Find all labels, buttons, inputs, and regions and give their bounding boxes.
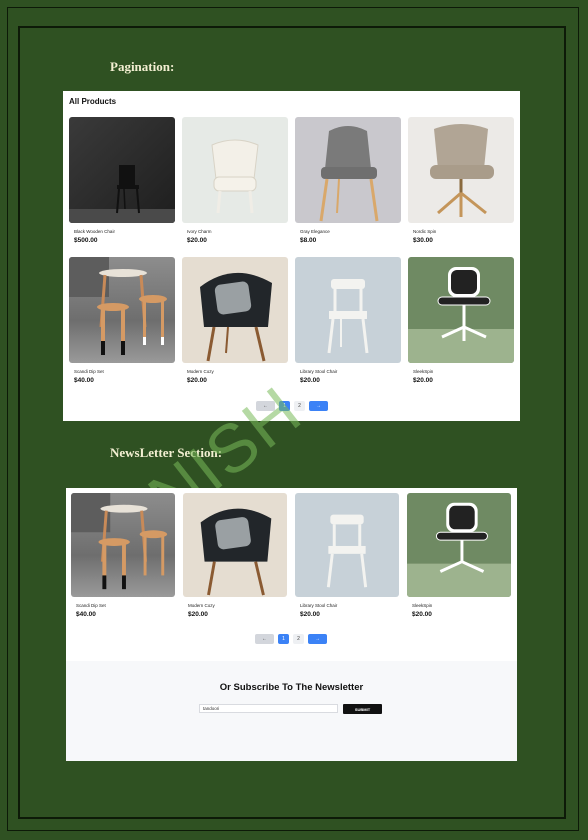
product-name: Modern Cozy xyxy=(187,369,214,374)
pagination-controls-2: ← 1 2 → xyxy=(255,634,327,644)
email-input[interactable]: tandoori xyxy=(199,704,338,713)
product-price: $30.00 xyxy=(413,237,433,244)
next-page-button[interactable]: → xyxy=(309,401,328,411)
product-price: $8.00 xyxy=(300,237,317,244)
product-name: Ivory Charm xyxy=(187,229,212,234)
chair-cozy-icon[interactable] xyxy=(182,257,288,363)
chair-library-icon[interactable] xyxy=(295,493,399,597)
product-grid: Black Wooden Chair $500.00 Ivory Charm $… xyxy=(69,117,514,397)
product-name: Scandi Dip Set xyxy=(76,603,106,608)
prev-page-button[interactable]: ← xyxy=(255,634,274,644)
chair-gray-icon[interactable] xyxy=(295,117,401,223)
product-card[interactable]: SleekSpin $20.00 xyxy=(408,257,514,397)
stool-set-icon[interactable] xyxy=(71,493,175,597)
product-price: $20.00 xyxy=(412,611,432,618)
page-1-button[interactable]: 1 xyxy=(278,634,289,644)
product-card[interactable]: Library Stool Chair $20.00 xyxy=(295,257,401,397)
product-price: $500.00 xyxy=(74,237,98,244)
product-grid-2: Scandi Dip Set $40.00 Modern Cozy $20.00 xyxy=(71,493,511,633)
product-price: $20.00 xyxy=(413,377,433,384)
product-card[interactable]: Black Wooden Chair $500.00 xyxy=(69,117,175,257)
pagination-section-title: Pagination: xyxy=(110,59,175,74)
product-name: Nordic Spin xyxy=(413,229,437,234)
product-card[interactable]: Library Stool Chair $20.00 xyxy=(295,493,399,633)
product-name: Modern Cozy xyxy=(188,603,215,608)
chair-ivory-icon[interactable] xyxy=(182,117,288,223)
chair-office-icon[interactable] xyxy=(407,493,511,597)
product-price: $40.00 xyxy=(76,611,96,618)
newsletter-title: Or Subscribe To The Newsletter xyxy=(219,682,364,693)
newsletter-box: Or Subscribe To The Newsletter tandoori … xyxy=(66,661,517,761)
product-price: $20.00 xyxy=(187,237,207,244)
chair-nordic-icon[interactable] xyxy=(408,117,514,223)
all-products-panel: All Products Black Wooden Chair $500.00 xyxy=(63,91,520,421)
product-price: $20.00 xyxy=(300,377,320,384)
newsletter-products-panel: Scandi Dip Set $40.00 Modern Cozy $20.00 xyxy=(66,488,517,663)
product-name: SleekSpin xyxy=(413,369,434,374)
product-name: SleekSpin xyxy=(412,603,433,608)
submit-button[interactable]: SUBMIT xyxy=(343,704,382,714)
product-name: Library Stool Chair xyxy=(300,603,338,608)
product-card[interactable]: Modern Cozy $20.00 xyxy=(183,493,287,633)
next-page-button[interactable]: → xyxy=(308,634,327,644)
product-card[interactable]: Gray Elegance $8.00 xyxy=(295,117,401,257)
stool-set-icon[interactable] xyxy=(69,257,175,363)
product-card[interactable]: SleekSpin $20.00 xyxy=(407,493,511,633)
product-name: Black Wooden Chair xyxy=(74,229,115,234)
product-name: Scandi Dip Set xyxy=(74,369,104,374)
product-price: $40.00 xyxy=(74,377,94,384)
product-card[interactable]: Ivory Charm $20.00 xyxy=(182,117,288,257)
product-name: Gray Elegance xyxy=(300,229,330,234)
chair-office-icon[interactable] xyxy=(408,257,514,363)
chair-black-wooden-icon[interactable] xyxy=(69,117,175,223)
product-card[interactable]: Scandi Dip Set $40.00 xyxy=(69,257,175,397)
product-price: $20.00 xyxy=(300,611,320,618)
page-2-button[interactable]: 2 xyxy=(293,634,304,644)
all-products-heading: All Products xyxy=(69,97,117,106)
chair-cozy-icon[interactable] xyxy=(183,493,287,597)
product-price: $20.00 xyxy=(188,611,208,618)
product-card[interactable]: Nordic Spin $30.00 xyxy=(408,117,514,257)
chair-library-icon[interactable] xyxy=(295,257,401,363)
product-name: Library Stool Chair xyxy=(300,369,338,374)
product-card[interactable]: Scandi Dip Set $40.00 xyxy=(71,493,175,633)
